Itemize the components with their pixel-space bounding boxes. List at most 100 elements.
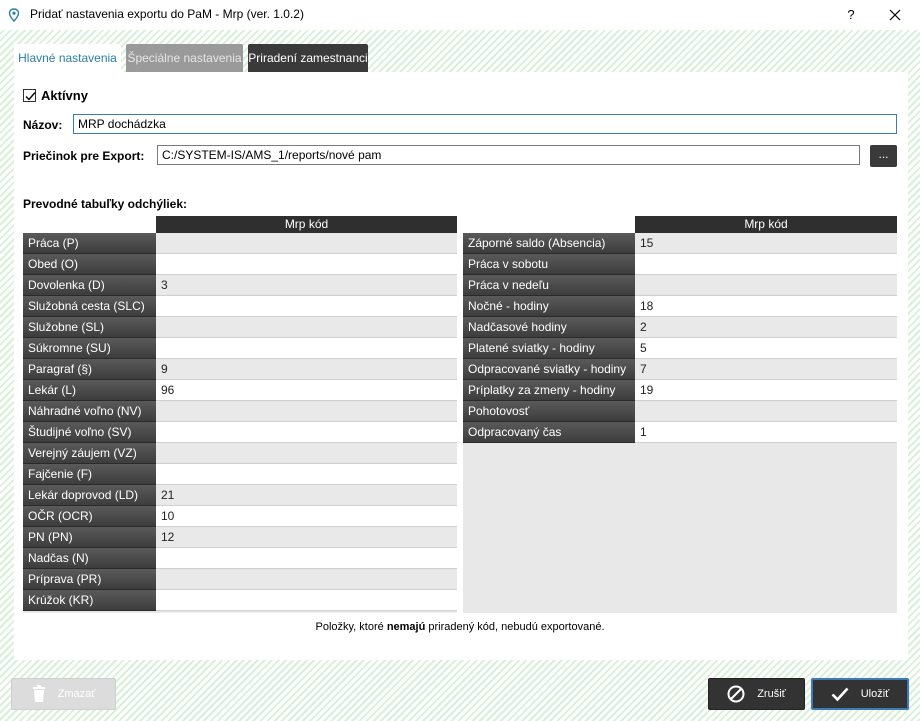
- row-label: Dovolenka (D): [23, 275, 156, 296]
- mrp-code-cell[interactable]: [156, 296, 457, 317]
- table-row: Krúžok (KR): [23, 590, 457, 611]
- table-row: Nadčasové hodiny 2: [463, 317, 897, 338]
- row-label: Práca v nedeľu: [463, 275, 635, 296]
- mrp-code-cell[interactable]: [156, 401, 457, 422]
- column-header-mrp-code: Mrp kód: [156, 216, 457, 233]
- note-text-bold: nemajú: [386, 621, 426, 633]
- mrp-code-cell[interactable]: [156, 338, 457, 359]
- mrp-code-cell[interactable]: 96: [156, 380, 457, 401]
- table-row: OČR (OCR) 10: [23, 506, 457, 527]
- active-checkbox[interactable]: [23, 89, 36, 102]
- trash-icon: [32, 685, 46, 703]
- mrp-code-cell[interactable]: 10: [156, 506, 457, 527]
- mrp-code-cell[interactable]: [635, 275, 897, 296]
- row-label: Lekár doprovod (LD): [23, 485, 156, 506]
- active-label: Aktívny: [41, 88, 88, 103]
- table-row: Verejný záujem (VZ): [23, 443, 457, 464]
- mrp-code-cell[interactable]: 15: [635, 233, 897, 254]
- table-row: Súkromne (SU): [23, 338, 457, 359]
- mrp-code-cell[interactable]: [156, 317, 457, 338]
- section-title: Prevodné tabuľky odchýliek:: [23, 197, 188, 211]
- row-label: Služobná cesta (SLC): [23, 296, 156, 317]
- mrp-code-cell[interactable]: 12: [156, 527, 457, 548]
- mrp-code-cell[interactable]: [635, 401, 897, 422]
- save-button[interactable]: Uložiť: [811, 678, 909, 710]
- tab-special-settings[interactable]: Špeciálne nastavenia: [126, 44, 243, 72]
- name-input[interactable]: MRP dochádzka: [73, 114, 897, 134]
- table-row: Služobná cesta (SLC): [23, 296, 457, 317]
- mrp-code-cell[interactable]: 18: [635, 296, 897, 317]
- mrp-code-cell[interactable]: [156, 233, 457, 254]
- browse-button[interactable]: ...: [870, 145, 897, 167]
- row-label: Náhradné voľno (NV): [23, 401, 156, 422]
- save-label: Uložiť: [860, 688, 890, 700]
- table-row: Dovolenka (D) 3: [23, 275, 457, 296]
- mrp-code-cell[interactable]: 9: [156, 359, 457, 380]
- cancel-circle-icon: [727, 685, 745, 703]
- export-note: Položky, ktoré nemajú priradený kód, neb…: [0, 621, 920, 633]
- tab-assigned-employees[interactable]: Priradení zamestnanci: [248, 44, 368, 72]
- row-label: Platené sviatky - hodiny: [463, 338, 635, 359]
- table-row: Príprava (PR): [23, 569, 457, 590]
- row-label: Paragraf (§): [23, 359, 156, 380]
- table-row: Fajčenie (F): [23, 464, 457, 485]
- cancel-label: Zrušiť: [757, 688, 786, 700]
- mrp-code-cell[interactable]: [156, 548, 457, 569]
- mrp-code-cell[interactable]: 3: [156, 275, 457, 296]
- row-label: Práca (P): [23, 233, 156, 254]
- table-row: Pohotovosť: [463, 401, 897, 422]
- mrp-code-cell[interactable]: [156, 464, 457, 485]
- row-label: Obed (O): [23, 254, 156, 275]
- table-corner: [463, 216, 635, 233]
- tab-main-settings[interactable]: Hlavné nastavenia: [14, 44, 121, 74]
- mrp-code-cell[interactable]: [156, 422, 457, 443]
- mrp-code-cell[interactable]: [156, 443, 457, 464]
- table-row: Lekár doprovod (LD) 21: [23, 485, 457, 506]
- table-row: Obed (O): [23, 254, 457, 275]
- row-label: Práca v sobotu: [463, 254, 635, 275]
- export-folder-input[interactable]: C:/SYSTEM-IS/AMS_1/reports/nové pam: [157, 145, 860, 165]
- table-row: Nočné - hodiny 18: [463, 296, 897, 317]
- row-label: Odpracované sviatky - hodiny: [463, 359, 635, 380]
- name-label: Názov:: [23, 118, 63, 132]
- active-checkbox-row[interactable]: Aktívny: [23, 88, 88, 103]
- note-text-after: priradený kód, nebudú exportované.: [425, 621, 605, 633]
- table-row: Platené sviatky - hodiny 5: [463, 338, 897, 359]
- table-row: Lekár (L) 96: [23, 380, 457, 401]
- row-label: OČR (OCR): [23, 506, 156, 527]
- row-label: Lekár (L): [23, 380, 156, 401]
- mrp-code-cell[interactable]: 5: [635, 338, 897, 359]
- delete-label: Zmazať: [57, 688, 96, 700]
- mrp-code-cell[interactable]: [156, 254, 457, 275]
- close-button[interactable]: [884, 5, 906, 25]
- mrp-code-cell[interactable]: [156, 569, 457, 590]
- mrp-code-cell[interactable]: [156, 590, 457, 611]
- row-label: Fajčenie (F): [23, 464, 156, 485]
- mrp-code-cell[interactable]: 19: [635, 380, 897, 401]
- mrp-code-cell[interactable]: 2: [635, 317, 897, 338]
- column-header-mrp-code: Mrp kód: [635, 216, 897, 233]
- mrp-code-cell[interactable]: 21: [156, 485, 457, 506]
- table-corner: [23, 216, 156, 233]
- mrp-code-cell[interactable]: 7: [635, 359, 897, 380]
- row-label: Služobne (SL): [23, 317, 156, 338]
- checkmark-icon: [25, 92, 36, 101]
- row-label: Nadčasové hodiny: [463, 317, 635, 338]
- table-row: Odpracovaný čas 1: [463, 422, 897, 443]
- mrp-code-cell[interactable]: [635, 254, 897, 275]
- row-label: PN (PN): [23, 527, 156, 548]
- row-label: Krúžok (KR): [23, 590, 156, 611]
- delete-button[interactable]: Zmazať: [11, 678, 116, 710]
- help-button[interactable]: ?: [841, 5, 861, 25]
- table-row: Nadčas (N): [23, 548, 457, 569]
- table-row: Práca (P): [23, 233, 457, 254]
- table-row: Náhradné voľno (NV): [23, 401, 457, 422]
- row-label: Odpracovaný čas: [463, 422, 635, 443]
- table-row: PN (PN) 12: [23, 527, 457, 548]
- mrp-code-cell[interactable]: 1: [635, 422, 897, 443]
- cancel-button[interactable]: Zrušiť: [708, 678, 805, 710]
- table-row: Odpracované sviatky - hodiny 7: [463, 359, 897, 380]
- row-label: Nočné - hodiny: [463, 296, 635, 317]
- table-row: Študijné voľno (SV): [23, 422, 457, 443]
- left-mapping-table: Mrp kód Práca (P) Obed (O) Dovolenka (D) 3 S…: [23, 216, 457, 613]
